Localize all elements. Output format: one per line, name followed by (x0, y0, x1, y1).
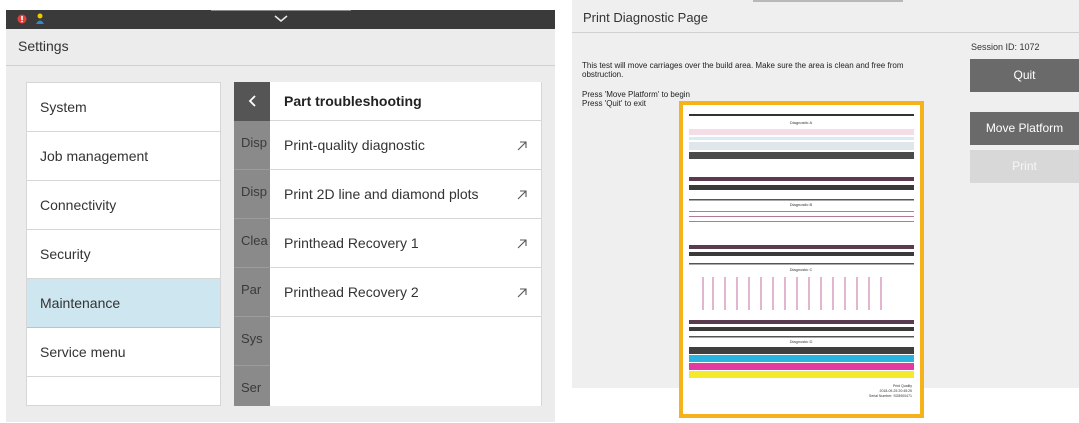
footer-text: 2018-09-25 20:45:25 (880, 389, 913, 393)
section-label: Diagnostic B (790, 202, 813, 207)
user-icon[interactable] (35, 13, 45, 25)
divider (6, 65, 555, 66)
item-label: Printhead Recovery 2 (284, 284, 419, 300)
printhead-recovery-2-item[interactable]: Printhead Recovery 2 (270, 268, 542, 317)
diagnostic-page-preview: Diagnostic A Diagnostic B Diagnostic C D… (679, 101, 924, 418)
page-title: Print Diagnostic Page (583, 10, 709, 25)
submenu-item[interactable]: Sys (234, 317, 272, 366)
page-title: Settings (18, 38, 69, 54)
submenu-item[interactable]: Ser (234, 366, 272, 406)
settings-menu: System Job management Connectivity Secur… (26, 82, 221, 406)
item-label: Printhead Recovery 1 (284, 235, 419, 251)
menu-item-connectivity[interactable]: Connectivity (27, 181, 220, 230)
top-handle (753, 0, 903, 2)
status-bar (6, 10, 555, 29)
arrow-up-right-icon (517, 288, 527, 298)
chevron-left-icon (248, 95, 256, 107)
menu-item-service-menu[interactable]: Service menu (27, 328, 220, 377)
section-label: Diagnostic C (790, 267, 813, 272)
menu-item-system[interactable]: System (27, 83, 220, 132)
submenu-item[interactable]: Disp (234, 121, 272, 170)
print-quality-diagnostic-item[interactable]: Print-quality diagnostic (270, 121, 542, 170)
item-label: Print-quality diagnostic (284, 137, 425, 153)
submenu-item[interactable]: Disp (234, 170, 272, 219)
footer-text: Serial Number: SG8900471 (869, 394, 912, 398)
item-label: Print 2D line and diamond plots (284, 186, 479, 202)
section-label: Diagnostic D (790, 339, 813, 344)
diagnostic-plot: Diagnostic A Diagnostic B Diagnostic C D… (689, 114, 914, 398)
arrow-up-right-icon (517, 141, 527, 151)
divider (572, 32, 1079, 33)
maintenance-submenu: Disp Disp Clea Par Sys Ser (234, 82, 272, 406)
menu-item-empty (27, 377, 220, 423)
print-button[interactable]: Print (970, 150, 1079, 183)
move-platform-button[interactable]: Move Platform (970, 112, 1079, 145)
printhead-recovery-1-item[interactable]: Printhead Recovery 1 (270, 219, 542, 268)
footer-text: Print Quality (893, 384, 912, 388)
arrow-up-right-icon (517, 190, 527, 200)
quit-button[interactable]: Quit (970, 59, 1079, 92)
status-notch (211, 10, 351, 11)
back-button[interactable] (234, 82, 272, 121)
chevron-down-icon[interactable] (274, 15, 288, 23)
session-id: Session ID: 1072 (971, 42, 1040, 52)
description-text: This test will move carriages over the b… (582, 61, 904, 79)
section-label: Diagnostic A (790, 120, 813, 125)
panel-title: Part troubleshooting (270, 82, 542, 121)
instruction-text: Press 'Quit' to exit (582, 99, 646, 108)
submenu-item[interactable]: Par (234, 268, 272, 317)
print-2d-plots-item[interactable]: Print 2D line and diamond plots (270, 170, 542, 219)
menu-item-maintenance[interactable]: Maintenance (27, 279, 220, 328)
settings-screen: Settings System Job management Connectiv… (6, 10, 555, 422)
part-troubleshooting-panel: Part troubleshooting Print-quality diagn… (270, 82, 542, 406)
submenu-item[interactable]: Clea (234, 219, 272, 268)
alert-icon (17, 14, 27, 24)
instruction-text: Press 'Move Platform' to begin (582, 90, 690, 99)
arrow-up-right-icon (517, 239, 527, 249)
menu-item-job-management[interactable]: Job management (27, 132, 220, 181)
menu-item-security[interactable]: Security (27, 230, 220, 279)
